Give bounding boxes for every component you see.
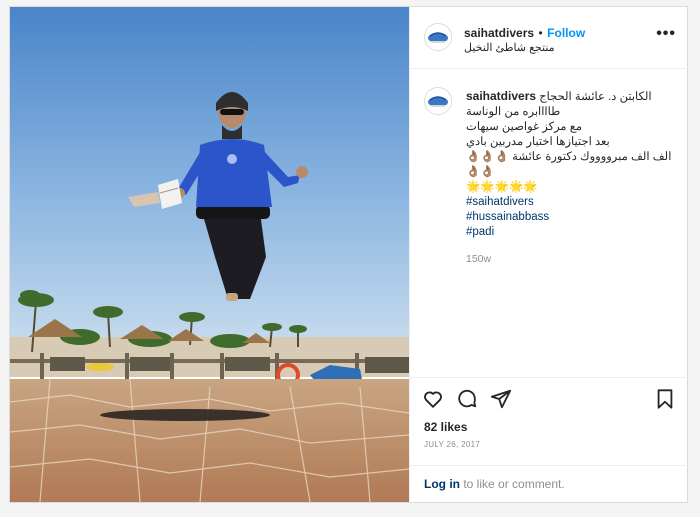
caption-username[interactable]: saihatdivers	[466, 89, 536, 103]
login-prompt: Log in to like or comment.	[410, 465, 688, 502]
follow-button[interactable]: Follow	[547, 26, 585, 40]
more-options-icon[interactable]: •••	[656, 25, 676, 43]
bookmark-icon[interactable]	[654, 388, 676, 415]
post-card: saihatdivers • Follow منتجع شاطئ النخيل …	[9, 6, 688, 503]
photo-scene	[10, 7, 409, 502]
caption-age: 150w	[466, 253, 492, 265]
heart-outline-icon[interactable]	[422, 388, 444, 415]
login-link[interactable]: Log in	[424, 477, 460, 491]
caption-line: بعد اجتيازها اختبار مدربين بادي	[466, 136, 610, 148]
paper-plane-icon[interactable]	[490, 388, 512, 415]
saihat-logo-icon	[425, 24, 451, 50]
caption-line: الكابتن د. عائشة الحجاج	[539, 91, 652, 103]
caption-avatar[interactable]	[424, 87, 452, 115]
header-username[interactable]: saihatdivers	[464, 26, 534, 40]
header-separator: •	[538, 26, 543, 40]
caption-stars: 🌟🌟🌟🌟🌟	[466, 181, 538, 193]
post-actions: 82 likes JULY 26, 2017	[410, 377, 688, 466]
caption-line: مع مركز غواصين سيهات	[466, 121, 583, 133]
header-user-line: saihatdivers • Follow	[464, 24, 585, 42]
speech-bubble-icon[interactable]	[456, 388, 478, 415]
post-location[interactable]: منتجع شاطئ النخيل	[464, 41, 555, 54]
hashtag-link[interactable]: #saihatdivers	[466, 195, 676, 210]
likes-count[interactable]: 82 likes	[424, 420, 467, 434]
caption-line: طاااابره من الوناسة	[466, 106, 561, 118]
post-header: saihatdivers • Follow منتجع شاطئ النخيل …	[410, 7, 688, 69]
avatar[interactable]	[424, 23, 452, 51]
post-sidebar: saihatdivers • Follow منتجع شاطئ النخيل …	[409, 7, 688, 502]
hashtag-link[interactable]: #hussainabbass	[466, 210, 676, 225]
login-prompt-text: to like or comment.	[460, 477, 565, 491]
post-photo[interactable]	[10, 7, 409, 502]
caption-line: الف الف مبرووووك دكتورة عائشة 👌🏽👌🏽👌🏽	[466, 151, 672, 163]
post-caption: saihatdivers الكابتن د. عائشة الحجاج طاا…	[466, 89, 676, 267]
hashtag-link[interactable]: #padi	[466, 225, 676, 240]
caption-line: 👌🏽👌🏽	[466, 166, 495, 178]
post-date[interactable]: JULY 26, 2017	[424, 440, 480, 449]
saihat-logo-icon	[425, 88, 451, 114]
